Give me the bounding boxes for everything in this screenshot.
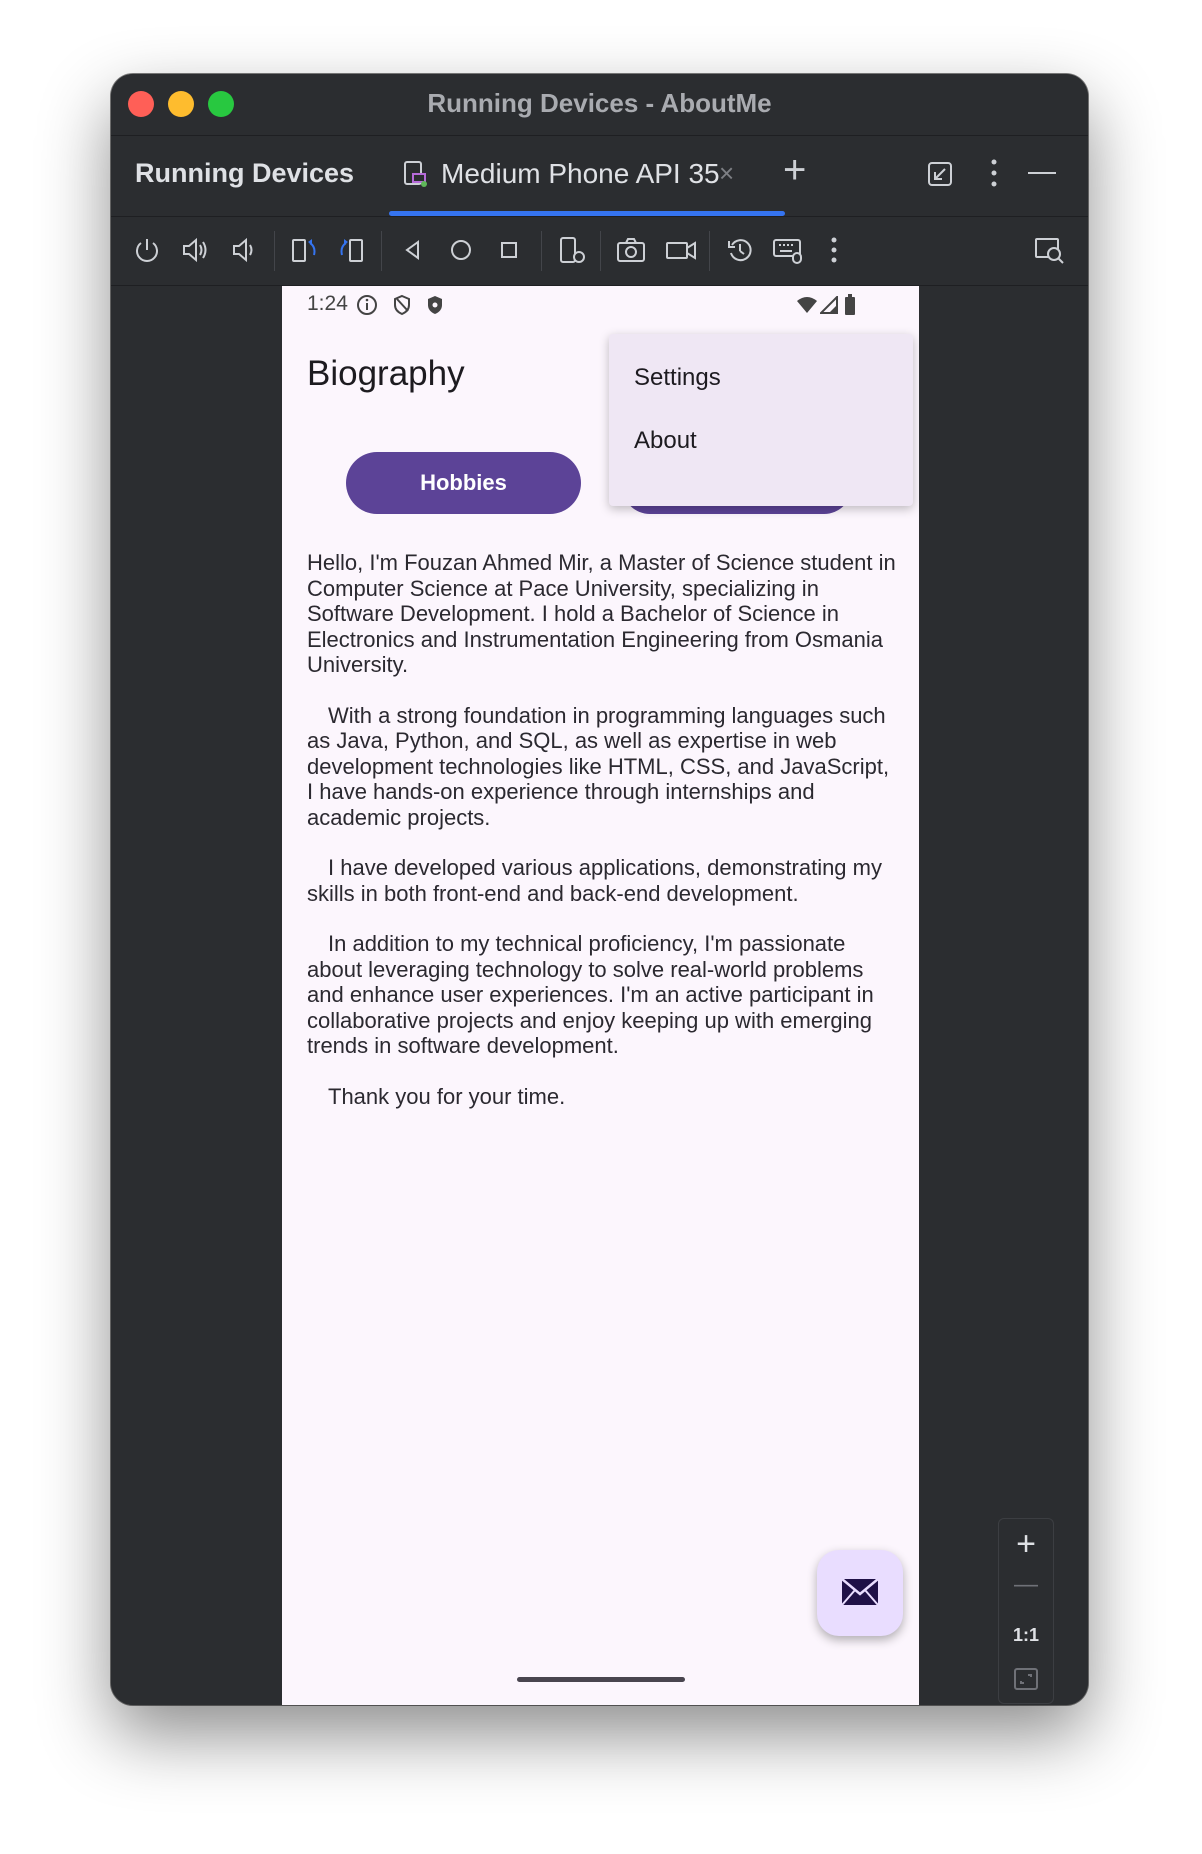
hobbies-button[interactable]: Hobbies [346, 452, 581, 514]
status-bar: 1:24 [282, 286, 919, 324]
hide-icon[interactable] [1028, 171, 1056, 175]
battery-icon [845, 294, 855, 315]
panel-label: Running Devices [135, 158, 355, 188]
actual-size-button[interactable]: 1:1 [999, 1625, 1053, 1646]
camera-icon[interactable] [614, 233, 648, 267]
home-icon[interactable] [444, 233, 478, 267]
menu-item-about[interactable]: About [634, 427, 697, 455]
rotate-left-icon[interactable] [288, 233, 322, 267]
bio-paragraph: Hello, I'm Fouzan Ahmed Mir, a Master of… [307, 550, 896, 677]
restore-icon[interactable] [926, 160, 954, 188]
keyboard-icon[interactable] [771, 233, 805, 267]
device-settings-icon[interactable] [555, 233, 589, 267]
biography-text: Hello, I'm Fouzan Ahmed Mir, a Master of… [307, 550, 897, 1134]
device-icon [404, 161, 427, 187]
title-bar: Running Devices - AboutMe [111, 74, 1088, 136]
bio-paragraph: In addition to my technical proficiency,… [307, 931, 874, 1058]
options-icon[interactable] [989, 158, 999, 188]
power-icon[interactable] [130, 233, 164, 267]
zoom-in-icon[interactable]: + [999, 1525, 1053, 1564]
gesture-bar[interactable] [517, 1677, 685, 1682]
tab-medium-phone[interactable]: Medium Phone API 35 × [379, 136, 785, 216]
zoom-controls: + — 1:1 [998, 1518, 1054, 1704]
active-tab-indicator [389, 211, 785, 216]
emulator-window: Running Devices - AboutMe Running Device… [111, 74, 1088, 1705]
security-icon [428, 296, 442, 314]
menu-item-settings[interactable]: Settings [634, 364, 721, 392]
bio-paragraph: With a strong foundation in programming … [307, 702, 890, 830]
rotate-right-icon[interactable] [334, 233, 368, 267]
overview-icon[interactable] [492, 233, 526, 267]
window-title: Running Devices - AboutMe [427, 88, 772, 118]
back-icon[interactable] [396, 233, 430, 267]
fit-screen-icon[interactable] [1013, 1667, 1039, 1691]
page-title: Biography [307, 354, 465, 393]
shield-icon [394, 294, 410, 316]
tab-bar: Running Devices Medium Phone API 35 × + [111, 136, 1088, 217]
email-fab[interactable] [817, 1550, 903, 1636]
record-icon[interactable] [664, 233, 698, 267]
volume-down-icon[interactable] [226, 233, 260, 267]
reset-icon[interactable] [723, 233, 757, 267]
more-icon[interactable] [817, 233, 851, 267]
tab-label: Medium Phone API 35 [441, 158, 720, 189]
device-toolbar [111, 217, 1088, 286]
inspect-icon[interactable] [1033, 233, 1067, 267]
device-display-area: 1:24 Biography Hobbies Hello, I'm Fouzan… [111, 286, 1088, 1705]
volume-up-icon[interactable] [178, 233, 212, 267]
tab-close-icon[interactable]: × [719, 158, 734, 189]
info-icon [357, 295, 377, 315]
status-time: 1:24 [307, 292, 348, 315]
overflow-menu: Settings About [609, 334, 913, 506]
add-tab-icon[interactable]: + [783, 148, 806, 193]
wifi-icon [797, 297, 817, 313]
zoom-out-icon[interactable]: — [999, 1571, 1053, 1599]
bio-paragraph: I have developed various applications, d… [307, 855, 882, 906]
mail-icon [841, 1578, 879, 1606]
bio-paragraph: Thank you for your time. [328, 1083, 566, 1109]
phone-screen[interactable]: 1:24 Biography Hobbies Hello, I'm Fouzan… [282, 286, 919, 1705]
signal-icon [820, 296, 838, 314]
